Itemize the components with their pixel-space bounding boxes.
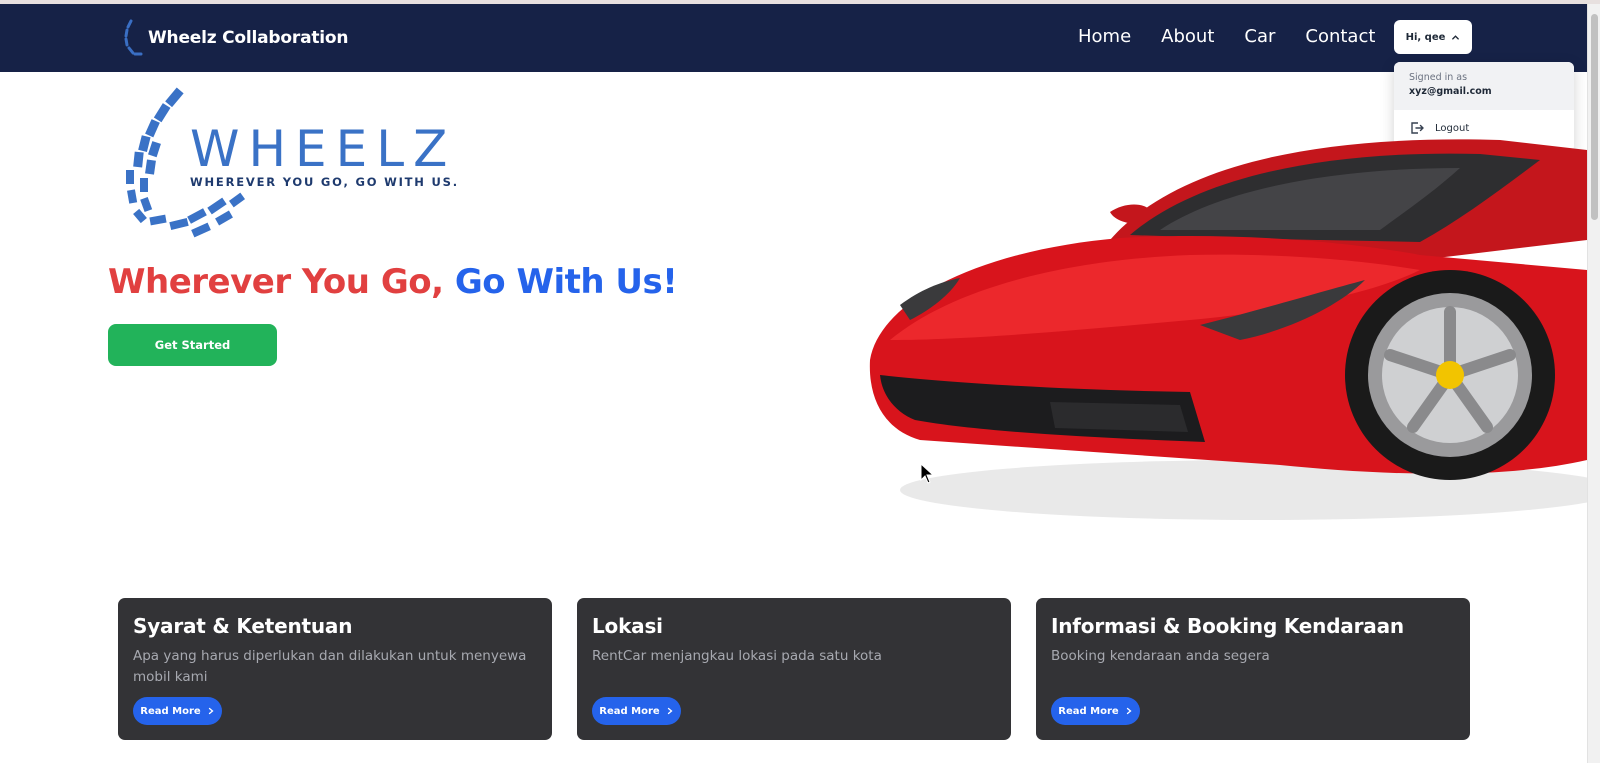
nav-about[interactable]: About: [1161, 26, 1214, 47]
card-text: RentCar menjangkau lokasi pada satu kota: [592, 648, 882, 664]
chevron-right-icon: [667, 707, 673, 715]
card-title: Lokasi: [592, 614, 663, 638]
signed-in-label: Signed in as: [1409, 72, 1468, 83]
nav-links: Home About Car Contact: [1078, 26, 1405, 47]
wheelz-logo: WHEELZ WHEREVER YOU GO, GO WITH US.: [126, 87, 459, 238]
logo-word: WHEELZ: [190, 120, 456, 178]
scrollbar-thumb[interactable]: [1591, 14, 1598, 220]
hero-title-part2: Go With Us!: [454, 262, 678, 302]
nav-contact[interactable]: Contact: [1305, 26, 1375, 47]
read-more-label: Read More: [140, 705, 201, 717]
user-greeting: Hi, qee: [1405, 31, 1446, 43]
card-title: Syarat & Ketentuan: [133, 614, 353, 638]
red-sports-car-image: [869, 139, 1587, 520]
mouse-cursor-icon: [920, 463, 935, 484]
dropdown-header: Signed in as xyz@gmail.com: [1394, 62, 1574, 110]
read-more-button[interactable]: Read More: [133, 697, 222, 725]
card-title: Informasi & Booking Kendaraan: [1051, 614, 1404, 638]
card-location: Lokasi RentCar menjangkau lokasi pada sa…: [577, 598, 1011, 740]
nav-home[interactable]: Home: [1078, 26, 1131, 47]
nav-car[interactable]: Car: [1244, 26, 1275, 47]
page: Wheelz Collaboration Home About Car Cont…: [0, 0, 1600, 763]
hero-title: Wherever You Go, Go With Us!: [108, 262, 678, 302]
brand[interactable]: Wheelz Collaboration: [122, 18, 348, 58]
chevron-right-icon: [1126, 707, 1132, 715]
navbar: Wheelz Collaboration Home About Car Cont…: [0, 4, 1587, 72]
hero-title-part1: Wherever You Go,: [108, 262, 444, 302]
read-more-button[interactable]: Read More: [592, 697, 681, 725]
read-more-label: Read More: [1058, 705, 1119, 717]
read-more-label: Read More: [599, 705, 660, 717]
chevron-right-icon: [208, 707, 214, 715]
get-started-button[interactable]: Get Started: [108, 324, 277, 366]
card-terms: Syarat & Ketentuan Apa yang harus diperl…: [118, 598, 552, 740]
card-text: Apa yang harus diperlukan dan dilakukan …: [133, 648, 527, 685]
card-text: Booking kendaraan anda segera: [1051, 648, 1270, 664]
read-more-button[interactable]: Read More: [1051, 697, 1140, 725]
brand-logo-icon: [124, 19, 143, 56]
chevron-up-icon: [1452, 34, 1460, 40]
user-menu-button[interactable]: Hi, qee: [1394, 20, 1472, 54]
brand-name: Wheelz Collaboration: [148, 28, 349, 48]
logo-tagline: WHEREVER YOU GO, GO WITH US.: [190, 175, 459, 189]
card-booking: Informasi & Booking Kendaraan Booking ke…: [1036, 598, 1470, 740]
page-scrollbar[interactable]: [1587, 4, 1600, 763]
user-email: xyz@gmail.com: [1409, 86, 1492, 97]
